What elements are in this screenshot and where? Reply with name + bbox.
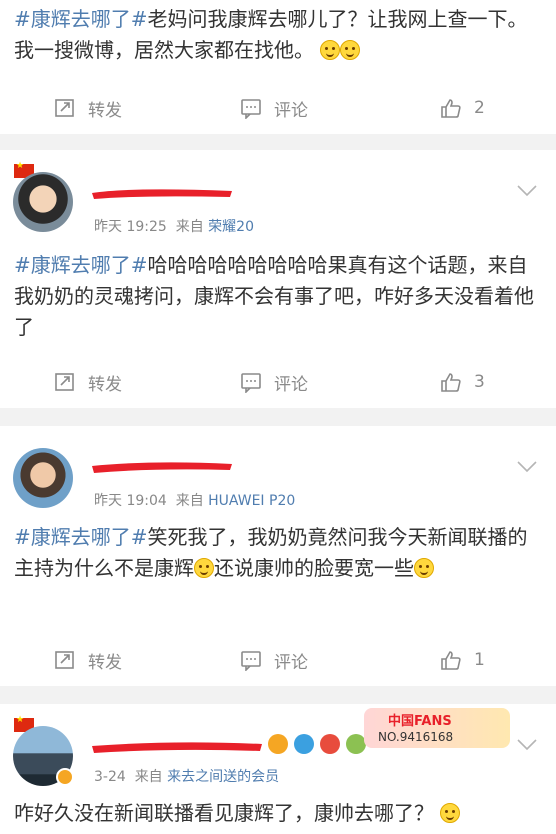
post-card-4: 中国FANS NO.9416168 3-24 来自 来去之间送的会员 咋好久没在… [0, 704, 556, 834]
like-button[interactable]: 1 [440, 649, 485, 671]
post-text: #康辉去哪了#老妈问我康辉去哪儿了？让我网上查一下。我一搜微博，居然大家都在找他… [14, 7, 528, 62]
chevron-down-icon[interactable] [516, 460, 538, 474]
smirk-emoji-icon [414, 558, 434, 578]
thumbs-up-icon [441, 651, 461, 670]
post-meta: 昨天 19:04 来自 HUAWEI P20 [94, 493, 296, 509]
frog-badge-icon [346, 734, 366, 754]
fan-badge-icon [268, 734, 288, 754]
thumbs-up-icon [441, 373, 461, 392]
repost-button[interactable]: 转发 [54, 96, 122, 121]
comment-button[interactable]: 评论 [240, 370, 308, 395]
comment-icon [241, 373, 261, 393]
chevron-down-icon[interactable] [516, 738, 538, 752]
post-text: #康辉去哪了#笑死我了，我奶奶竟然问我今天新闻联播的主持为什么不是康辉 还说康帅的… [14, 525, 528, 580]
redacted-username [92, 462, 232, 473]
avatar[interactable] [13, 448, 73, 508]
hashtag-link[interactable]: #康辉去哪了# [14, 253, 148, 277]
hashtag-link[interactable]: #康辉去哪了# [14, 7, 148, 31]
repost-icon [55, 99, 74, 117]
post-source[interactable]: 来去之间送的会员 [167, 769, 279, 785]
laugh-cry-emoji-icon [194, 558, 214, 578]
comment-icon [241, 651, 261, 671]
post-time: 昨天 19:25 [94, 219, 167, 235]
grin-emoji-icon [340, 40, 361, 60]
repost-button[interactable]: 转发 [54, 648, 122, 673]
action-bar: 转发 评论 3 [0, 358, 556, 406]
comment-icon [241, 99, 261, 119]
action-bar: 转发 评论 1 [0, 636, 556, 684]
shield-badge-icon [294, 734, 314, 754]
repost-icon [55, 651, 74, 669]
repost-icon [55, 373, 74, 391]
post-card-1: #康辉去哪了#老妈问我康辉去哪儿了？让我网上查一下。我一搜微博，居然大家都在找他… [0, 0, 556, 134]
action-bar: 转发 评论 2 [0, 84, 556, 132]
smile-emoji-icon [440, 803, 461, 823]
thumbs-up-icon [441, 99, 461, 118]
fans-badge-number: NO.9416168 [378, 730, 454, 744]
redacted-username [92, 742, 262, 753]
like-button[interactable]: 2 [440, 97, 485, 119]
post-text: 咋好久没在新闻联播看见康辉了，康帅去哪了？ [14, 798, 546, 829]
like-button[interactable]: 3 [440, 371, 485, 393]
post-time: 3-24 [94, 769, 126, 785]
avatar[interactable] [13, 172, 73, 232]
hashtag-link[interactable]: #康辉去哪了# [14, 525, 148, 549]
post-card-3: 昨天 19:04 来自 HUAWEI P20 #康辉去哪了#笑死我了，我奶奶竟然… [0, 426, 556, 686]
comment-button[interactable]: 评论 [240, 648, 308, 673]
comment-button[interactable]: 评论 [240, 96, 308, 121]
post-time: 昨天 19:04 [94, 493, 167, 509]
fans-card-badge[interactable]: 中国FANS NO.9416168 [364, 708, 510, 748]
post-text: #康辉去哪了#哈哈哈哈哈哈哈哈哈果真有这个话题，来自我奶奶的灵魂拷问，康辉不会有… [14, 253, 534, 339]
grin-emoji-icon [320, 40, 341, 60]
fans-badge-title: 中国FANS [388, 714, 452, 729]
user-badges [268, 734, 366, 754]
verified-badge-icon [56, 768, 74, 786]
redacted-username [92, 189, 232, 199]
post-source[interactable]: HUAWEI P20 [208, 493, 295, 509]
post-card-2: 昨天 19:25 来自 荣耀20 #康辉去哪了#哈哈哈哈哈哈哈哈哈果真有这个话题… [0, 150, 556, 408]
post-source[interactable]: 荣耀20 [208, 219, 254, 235]
post-meta: 昨天 19:25 来自 荣耀20 [94, 219, 254, 235]
chevron-down-icon[interactable] [516, 184, 538, 198]
repost-button[interactable]: 转发 [54, 370, 122, 395]
anti-badge-icon [320, 734, 340, 754]
post-meta: 3-24 来自 来去之间送的会员 [94, 769, 280, 785]
